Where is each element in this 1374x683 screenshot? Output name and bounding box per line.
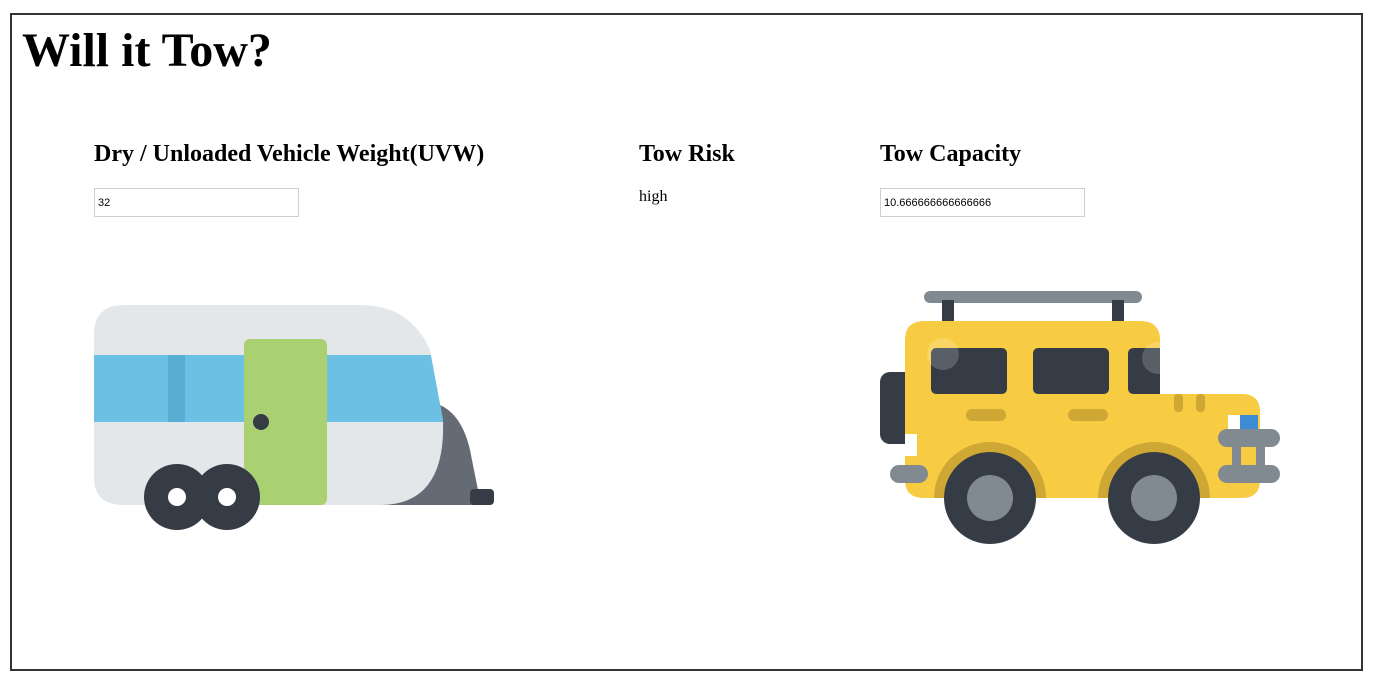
uvw-heading: Dry / Unloaded Vehicle Weight(UVW)	[94, 141, 485, 167]
uvw-input[interactable]	[94, 188, 299, 217]
tow-risk-value: high	[639, 188, 668, 205]
page-title: Will it Tow?	[22, 24, 272, 77]
tow-capacity-heading: Tow Capacity	[880, 141, 1022, 167]
tow-risk-heading: Tow Risk	[639, 141, 735, 167]
camper-trailer-icon	[94, 305, 494, 530]
jeep-roof-rack	[924, 291, 1142, 303]
jeep-headlight	[1240, 415, 1258, 430]
yellow-jeep-icon	[880, 291, 1280, 544]
tow-capacity-input[interactable]	[880, 188, 1085, 217]
